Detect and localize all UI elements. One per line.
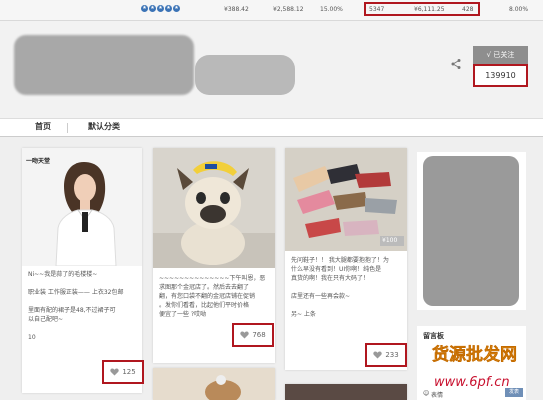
product-photo[interactable] [285, 148, 407, 251]
like-count: 125 [122, 368, 136, 376]
shop-name-redacted [14, 35, 194, 95]
stat-value: ¥388.42 [224, 6, 249, 13]
star-icon: ★ [149, 5, 156, 12]
card-text-line: 里面有配的裙子是48,不过裙子可 [28, 307, 116, 314]
redacted-card [417, 152, 526, 310]
card-text-line: 真货的啊！我在只有大码了！ [291, 275, 370, 282]
product-photo[interactable] [153, 368, 275, 400]
follower-count: 139910 [473, 64, 528, 87]
stat-value: 15.00% [320, 6, 343, 13]
card-text-line: 职业装 工作服正装—— 上衣32包邮 [28, 289, 124, 296]
like-button[interactable]: 768 [232, 323, 274, 347]
card-text-line [28, 324, 136, 333]
card-description: ~~~~~~~~~~~~~~下午叫恩，恶 求图那个金冠店了。然后去去翻了 翻，有… [159, 274, 269, 319]
stat-value: ¥2,588.12 [273, 6, 304, 13]
tab-default-category[interactable]: 默认分类 [88, 121, 120, 132]
star-icon: ★ [141, 5, 148, 12]
stat-value: ¥6,111.25 [414, 6, 445, 13]
like-count: 768 [252, 331, 266, 339]
product-card-next[interactable] [153, 368, 275, 400]
svg-text:货源批发网: 货源批发网 [432, 344, 517, 365]
like-count: 233 [385, 351, 399, 359]
card-text-line: 翻，有您口袋不翻的金冠店铺在促销 [159, 293, 256, 300]
card-text-line: 店里还有一些再会款~ [291, 293, 351, 300]
brand-label: 一吻天堂 [26, 158, 51, 165]
watermark-logo: 货源批发网 www.6pf.cn [432, 344, 517, 390]
card-text-line [291, 301, 401, 310]
like-button[interactable]: 125 [102, 360, 144, 384]
price-tag: ¥100 [382, 237, 398, 244]
product-card[interactable]: ~~~~~~~~~~~~~~下午叫恩，恶 求图那个金冠店了。然后去去翻了 翻，有… [153, 148, 275, 363]
heart-icon [240, 331, 250, 339]
stat-value: 5347 [369, 6, 385, 13]
card-text-line: 10 [28, 334, 36, 341]
card-text-line: 以自己配吧~ [28, 316, 64, 323]
rating-stars: ★ ★ ★ ★ ★ [141, 5, 180, 12]
product-photo[interactable] [285, 384, 407, 400]
shop-info-redacted [195, 55, 295, 95]
star-icon: ★ [157, 5, 164, 12]
card-text-line: 什么早没有看到！UI你啊！纯色是 [291, 266, 382, 273]
tab-bar: 首页 默认分类 [0, 118, 543, 137]
card-description: Ni~~我是蒜了的毛楼楼~ 职业装 工作服正装—— 上衣32包邮 里面有配的裙子… [28, 270, 136, 342]
card-text-line [28, 279, 136, 288]
card-text-line [28, 297, 136, 306]
product-photo[interactable] [153, 148, 275, 268]
stat-value: 428 [462, 6, 474, 13]
card-text-line: 先问鞋子！！ 我大腿都要抱抱了！为 [291, 257, 389, 264]
follow-button[interactable]: √ 已关注 [473, 46, 528, 64]
like-button[interactable]: 233 [365, 343, 407, 367]
card-text-line: 求图那个金冠店了。然后去去翻了 [159, 284, 250, 291]
card-text-line: 。发你们看看，比起他们平时价格 [159, 302, 250, 309]
card-text-line: Ni~~我是蒜了的毛楼楼~ [28, 271, 98, 278]
card-text-line: 便宜了一些 ?哎呦 [159, 311, 207, 318]
stat-value: 8.00% [509, 6, 529, 13]
card-text-line: ~~~~~~~~~~~~~~下午叫恩，恶 [159, 275, 266, 282]
card-description: 先问鞋子！！ 我大腿都要抱抱了！为 什么早没有看到！UI你啊！纯色是 真货的啊！… [291, 256, 401, 319]
card-text-line: 另~ 上条 [291, 311, 316, 318]
heart-icon [110, 368, 120, 376]
svg-text:www.6pf.cn: www.6pf.cn [434, 375, 510, 390]
star-icon: ★ [165, 5, 172, 12]
tab-divider [67, 123, 68, 133]
product-card-next[interactable] [285, 384, 407, 400]
product-card[interactable]: ¥100 先问鞋子！！ 我大腿都要抱抱了！为 什么早没有看到！UI你啊！纯色是 … [285, 148, 407, 370]
stats-bar: ★ ★ ★ ★ ★ ¥388.42 ¥2,588.12 15.00% 5347 … [0, 0, 543, 21]
redacted-content [423, 156, 519, 306]
share-icon[interactable] [450, 58, 462, 70]
product-card[interactable]: 一吻天堂 Ni~~我是蒜了的毛楼楼~ 职业装 工作服正装—— 上衣32包邮 里面… [22, 148, 144, 393]
heart-icon [373, 351, 383, 359]
product-photo[interactable] [22, 148, 142, 266]
tab-home[interactable]: 首页 [35, 121, 51, 132]
star-icon: ★ [173, 5, 180, 12]
card-text-line [291, 283, 401, 292]
